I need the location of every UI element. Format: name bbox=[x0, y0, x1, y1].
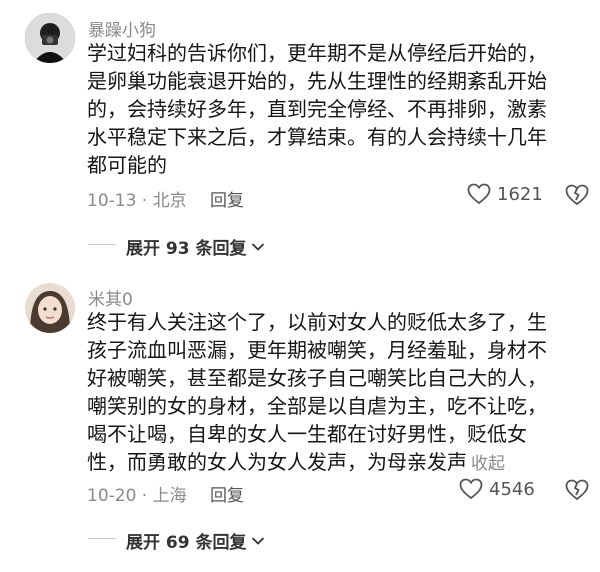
expand-replies-label: 展开 93 条回复 bbox=[126, 239, 247, 259]
comment-line: 喝不让喝，自卑的女人一生都在讨好男性，贬低女 bbox=[87, 422, 527, 446]
like-button[interactable]: 4546 bbox=[459, 478, 535, 500]
dislike-button[interactable] bbox=[565, 184, 589, 210]
like-button[interactable]: 1621 bbox=[467, 183, 543, 205]
comment-line: 水平稳定下来之后，才算结束。有的人会持续十几年 bbox=[87, 125, 547, 149]
comment-text[interactable]: 学过妇科的告诉你们，更年期不是从停经后开始的， 是卵巢功能衰退开始的，先从生理性… bbox=[87, 39, 592, 179]
expand-replies-label: 展开 69 条回复 bbox=[126, 533, 247, 553]
divider bbox=[88, 538, 116, 539]
comment-line-text: 性，而勇敢的女人为女人发声，为母亲发声 bbox=[87, 450, 467, 474]
username[interactable]: 暴躁小狗 bbox=[88, 16, 156, 41]
comment-line: 终于有人关注这个了，以前对女人的贬低太多了，生 bbox=[87, 310, 547, 334]
dislike-button[interactable] bbox=[565, 479, 589, 505]
heart-outline-icon bbox=[467, 183, 491, 205]
broken-heart-icon bbox=[565, 479, 589, 501]
comment-line: 都可能的 bbox=[87, 153, 167, 177]
collapse-button[interactable]: 收起 bbox=[471, 454, 505, 474]
divider bbox=[88, 244, 116, 245]
comment-line: 嘲笑别的女的身材，全部是以自虐为主，吃不让吃， bbox=[87, 394, 547, 418]
date-location: 10-13 · 北京 bbox=[87, 191, 187, 211]
heart-outline-icon bbox=[459, 478, 483, 500]
like-count: 1621 bbox=[497, 183, 543, 205]
expand-replies-button[interactable]: 展开 93 条回复 bbox=[126, 234, 265, 259]
avatar[interactable] bbox=[25, 13, 75, 63]
comment-line: 是卵巢功能衰退开始的，先从生理性的经期紊乱开始 bbox=[87, 69, 547, 93]
avatar[interactable] bbox=[25, 283, 75, 333]
reply-button[interactable]: 回复 bbox=[210, 186, 244, 211]
comment-line: 孩子流血叫恶漏，更年期被嘲笑，月经羞耻，身材不 bbox=[87, 338, 547, 362]
comment-line: 性，而勇敢的女人为女人发声，为母亲发声 收起 bbox=[87, 448, 592, 478]
broken-heart-icon bbox=[565, 184, 589, 206]
chevron-down-icon bbox=[251, 242, 264, 251]
comment-line: 学过妇科的告诉你们，更年期不是从停经后开始的， bbox=[87, 41, 547, 65]
comment-text[interactable]: 终于有人关注这个了，以前对女人的贬低太多了，生 孩子流血叫恶漏，更年期被嘲笑，月… bbox=[87, 308, 592, 478]
expand-replies-button[interactable]: 展开 69 条回复 bbox=[126, 528, 265, 553]
reply-button[interactable]: 回复 bbox=[210, 481, 244, 506]
chevron-down-icon bbox=[251, 536, 264, 545]
username[interactable]: 米其0 bbox=[88, 285, 133, 310]
comment-line: 好被嘲笑，甚至都是女孩子自己嘲笑比自己大的人， bbox=[87, 366, 547, 390]
date-location: 10-20 · 上海 bbox=[87, 486, 187, 506]
like-count: 4546 bbox=[489, 478, 535, 500]
comment-line: 的，会持续好多年，直到完全停经、不再排卵，激素 bbox=[87, 97, 547, 121]
